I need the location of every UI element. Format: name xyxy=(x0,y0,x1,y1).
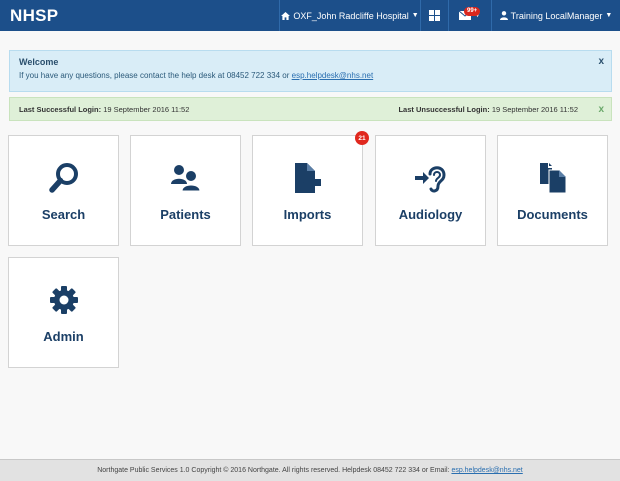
close-login-button[interactable]: x xyxy=(598,104,604,115)
last-unsuccessful-login: Last Unsuccessful Login: 19 September 20… xyxy=(398,105,578,114)
welcome-title: Welcome xyxy=(19,57,59,67)
chevron-down-icon: ▼ xyxy=(411,12,419,19)
tile-admin-label: Admin xyxy=(43,329,84,344)
user-icon xyxy=(499,11,508,20)
brand-logo[interactable]: NHSP xyxy=(0,0,279,31)
login-info-alert: Last Successful Login: 19 September 2016… xyxy=(9,97,612,121)
users-icon xyxy=(170,161,202,195)
hospital-selector[interactable]: OXF_John Radcliffe Hospital ▼ xyxy=(279,0,420,31)
home-icon xyxy=(281,11,291,20)
tile-imports-label: Imports xyxy=(283,207,332,222)
tile-search[interactable]: Search xyxy=(8,135,119,246)
last-successful-login-value: 19 September 2016 11:52 xyxy=(103,104,190,114)
footer: Northgate Public Services 1.0 Copyright … xyxy=(0,459,620,481)
import-file-icon xyxy=(293,161,323,195)
tile-patients-label: Patients xyxy=(160,207,211,222)
last-unsuccessful-login-label: Last Unsuccessful Login: xyxy=(398,104,490,114)
top-navbar: NHSP OXF_John Radcliffe Hospital ▼ 99+ ▼… xyxy=(0,0,620,31)
tile-search-label: Search xyxy=(41,207,86,222)
user-name: Training LocalManager xyxy=(510,10,603,21)
last-successful-login: Last Successful Login: 19 September 2016… xyxy=(19,105,398,114)
close-welcome-button[interactable]: x xyxy=(598,56,604,67)
messages-button[interactable]: 99+ ▼ xyxy=(448,0,491,31)
tile-documents-label: Documents xyxy=(517,207,588,222)
tile-audiology[interactable]: Audiology xyxy=(375,135,486,246)
messages-count-badge: 99+ xyxy=(464,7,481,16)
footer-email-link[interactable]: esp.helpdesk@nhs.net xyxy=(451,467,522,474)
tile-documents[interactable]: Documents xyxy=(497,135,608,246)
welcome-message: If you have any questions, please contac… xyxy=(19,71,602,80)
gear-icon xyxy=(49,283,79,317)
last-successful-login-label: Last Successful Login: xyxy=(19,104,102,114)
search-icon xyxy=(48,161,79,195)
welcome-alert: Welcome If you have any questions, pleas… xyxy=(9,50,612,92)
chevron-down-icon: ▼ xyxy=(605,12,613,19)
tile-admin[interactable]: Admin xyxy=(8,257,119,368)
tile-audiology-label: Audiology xyxy=(398,207,463,222)
tile-imports[interactable]: Imports 21 xyxy=(252,131,369,246)
welcome-text: If you have any questions, please contac… xyxy=(19,71,290,80)
grid-menu-button[interactable] xyxy=(420,0,448,31)
footer-text: Northgate Public Services 1.0 Copyright … xyxy=(97,467,450,474)
grid-icon xyxy=(429,10,440,21)
documents-icon xyxy=(538,161,568,195)
last-unsuccessful-login-value: 19 September 2016 11:52 xyxy=(491,104,578,114)
imports-count-badge: 21 xyxy=(355,131,369,145)
helpdesk-email-link[interactable]: esp.helpdesk@nhs.net xyxy=(292,71,374,80)
hospital-name: OXF_John Radcliffe Hospital xyxy=(293,10,409,21)
ear-icon xyxy=(414,161,447,195)
tile-patients[interactable]: Patients xyxy=(130,135,241,246)
user-menu[interactable]: Training LocalManager ▼ xyxy=(491,0,620,31)
